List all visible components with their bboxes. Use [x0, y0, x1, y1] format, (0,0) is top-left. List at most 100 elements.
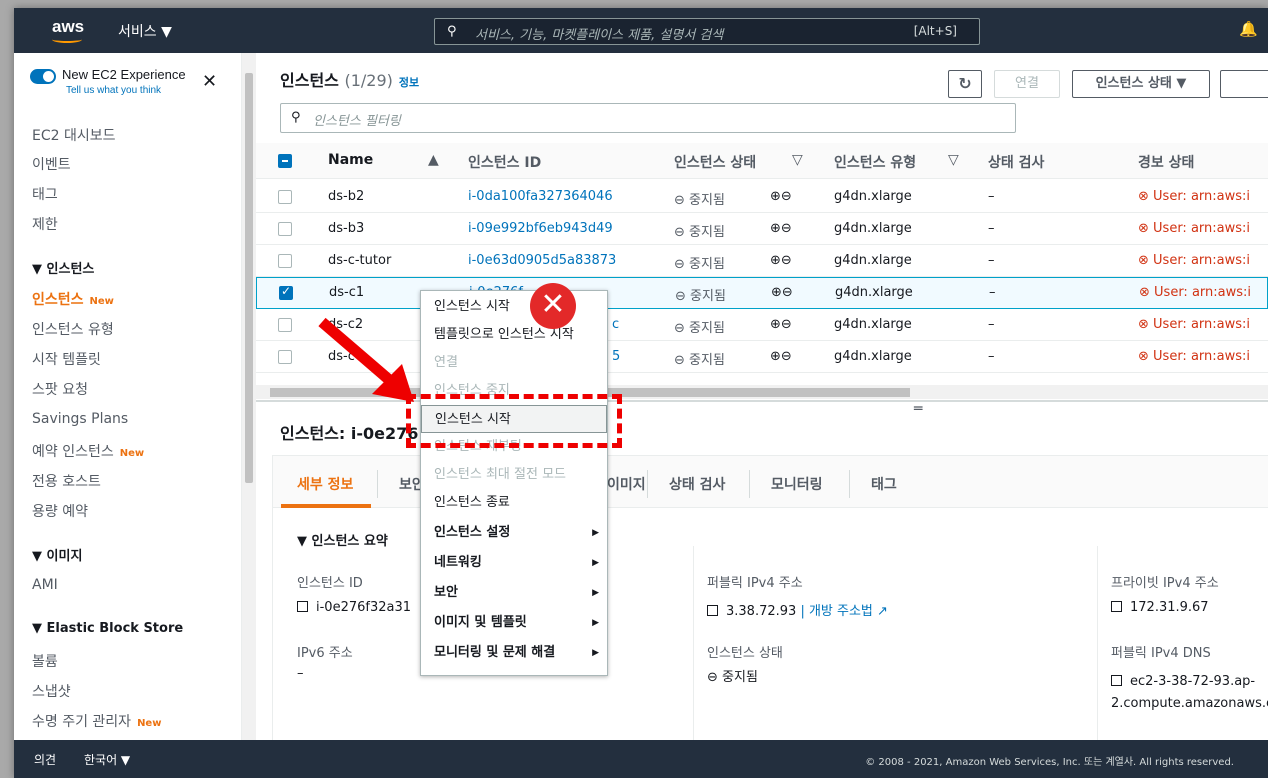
select-all-checkbox[interactable] [278, 154, 292, 168]
cell-alarm[interactable]: ⊗ User: arn:aws:i [1139, 285, 1251, 300]
sidebar-item-tags[interactable]: 태그 [32, 184, 58, 204]
table-row[interactable]: ds-c-tutor i-0e63d0905d5a83873 ⊖ 중지됨 ⊕⊖ … [256, 245, 1268, 277]
global-search-input[interactable]: ⚲ 서비스, 기능, 마켓플레이스 제품, 설명서 검색 [Alt+S] [434, 18, 980, 45]
sidebar-item-snapshots[interactable]: 스냅샷 [32, 681, 71, 701]
open-address-link[interactable]: | 개방 주소법 [800, 604, 872, 619]
tab-image[interactable]: 이미지 [607, 474, 646, 494]
cell-instance-id[interactable]: i-0da100fa327364046 [468, 189, 613, 204]
tab-tags[interactable]: 태그 [871, 474, 897, 494]
cell-instance-id[interactable]: c [612, 317, 619, 332]
col-alarm-status[interactable]: 경보 상태 [1138, 152, 1194, 172]
sort-asc-icon[interactable]: ▲ [428, 152, 439, 168]
menu-item-hibernate-instance[interactable]: 인스턴스 최대 절전 모드 [421, 461, 607, 489]
zoom-icons[interactable]: ⊕⊖ [770, 221, 792, 236]
col-instance-id[interactable]: 인스턴스 ID [468, 152, 541, 172]
sidebar-item-instance-types[interactable]: 인스턴스 유형 [32, 319, 114, 339]
sidebar-item-savings-plans[interactable]: Savings Plans [32, 411, 128, 427]
menu-item-monitoring-troubleshoot[interactable]: 모니터링 및 문제 해결 ▶ [421, 639, 607, 667]
cell-alarm[interactable]: ⊗ User: arn:aws:i [1138, 189, 1250, 204]
row-checkbox[interactable] [278, 254, 292, 268]
sidebar-item-events[interactable]: 이벤트 [32, 154, 71, 174]
zoom-icons[interactable]: ⊕⊖ [770, 317, 792, 332]
col-name[interactable]: Name [328, 152, 373, 168]
copy-icon[interactable] [1111, 601, 1122, 612]
actions-button[interactable] [1220, 70, 1268, 98]
row-checkbox[interactable] [278, 222, 292, 236]
notification-bell-icon[interactable]: 🔔 [1239, 20, 1258, 38]
menu-item-connect[interactable]: 연결 [421, 349, 607, 377]
table-row[interactable]: ds-b2 i-0da100fa327364046 ⊖ 중지됨 ⊕⊖ g4dn.… [256, 181, 1268, 213]
info-link[interactable]: 정보 [399, 76, 419, 89]
menu-item-launch-from-template[interactable]: 템플릿으로 인스턴스 시작 [421, 321, 607, 349]
instance-filter-input[interactable]: ⚲ 인스턴스 필터링 [280, 103, 1016, 133]
instance-summary-header[interactable]: ▼ 인스턴스 요약 [297, 530, 388, 549]
zoom-icons[interactable]: ⊕⊖ [770, 349, 792, 364]
refresh-button[interactable]: ↻ [948, 70, 982, 98]
cell-instance-id[interactable]: i-0e63d0905d5a83873 [468, 253, 616, 268]
external-link-icon[interactable]: ↗ [877, 604, 888, 619]
feedback-button[interactable]: 의견 [34, 751, 56, 768]
aws-logo[interactable]: aws [52, 17, 84, 43]
cell-alarm[interactable]: ⊗ User: arn:aws:i [1138, 253, 1250, 268]
close-icon[interactable]: ✕ [202, 71, 217, 92]
row-checkbox[interactable] [278, 190, 292, 204]
tab-monitoring[interactable]: 모니터링 [771, 474, 823, 494]
table-row-selected[interactable]: ds-c1 i-0e276f... ⊖ 중지됨 ⊕⊖ g4dn.xlarge –… [256, 277, 1268, 309]
sidebar-section-images[interactable]: ▼ 이미지 [32, 545, 82, 564]
resize-grip-icon[interactable]: ═ [914, 401, 922, 417]
cell-alarm[interactable]: ⊗ User: arn:aws:i [1138, 221, 1250, 236]
sidebar-item-spot-requests[interactable]: 스팟 요청 [32, 379, 88, 399]
cell-instance-id[interactable]: i-09e992bf6eb943d49 [468, 221, 613, 236]
sidebar-item-ami[interactable]: AMI [32, 577, 58, 593]
language-selector[interactable]: 한국어 ▼ [84, 751, 130, 768]
sidebar-scrollbar[interactable] [242, 53, 256, 740]
sidebar-item-launch-templates[interactable]: 시작 템플릿 [32, 349, 101, 369]
zoom-icons[interactable]: ⊕⊖ [771, 285, 793, 300]
copy-icon[interactable] [707, 605, 718, 616]
instance-id-value[interactable]: i-0e276f32a31 [297, 600, 411, 615]
sidebar-item-instances[interactable]: 인스턴스 New [32, 289, 114, 309]
copy-icon[interactable] [1111, 675, 1122, 686]
services-menu-button[interactable]: 서비스 ▼ [118, 21, 172, 41]
zoom-icons[interactable]: ⊕⊖ [770, 253, 792, 268]
menu-item-security[interactable]: 보안 ▶ [421, 579, 607, 607]
table-row[interactable]: ds-b3 i-09e992bf6eb943d49 ⊖ 중지됨 ⊕⊖ g4dn.… [256, 213, 1268, 245]
sidebar-scrollbar-thumb[interactable] [245, 73, 253, 483]
col-instance-state[interactable]: 인스턴스 상태 [674, 152, 756, 172]
sidebar-item-volumes[interactable]: 볼륨 [32, 651, 58, 671]
sidebar-section-instances[interactable]: ▼ 인스턴스 [32, 258, 94, 277]
sidebar-section-ebs[interactable]: ▼ Elastic Block Store [32, 621, 183, 636]
menu-item-start-instance[interactable]: 인스턴스 시작 [421, 293, 607, 321]
col-instance-type[interactable]: 인스턴스 유형 [834, 152, 916, 172]
zoom-icons[interactable]: ⊕⊖ [770, 189, 792, 204]
menu-item-instance-settings[interactable]: 인스턴스 설정 ▶ [421, 519, 607, 547]
sort-icon[interactable]: ▽ [792, 152, 803, 168]
row-checkbox[interactable] [279, 284, 293, 300]
sidebar-item-dedicated-hosts[interactable]: 전용 호스트 [32, 471, 101, 491]
sidebar-item-reserved-instances[interactable]: 예약 인스턴스 New [32, 441, 144, 461]
row-checkbox[interactable] [278, 350, 292, 364]
feedback-link[interactable]: Tell us what you think [66, 85, 161, 96]
menu-item-networking[interactable]: 네트워킹 ▶ [421, 549, 607, 577]
instance-state-button[interactable]: 인스턴스 상태 ▼ [1072, 70, 1210, 98]
col-status-check[interactable]: 상태 검사 [988, 152, 1044, 172]
sort-icon[interactable]: ▽ [948, 152, 959, 168]
sidebar-item-capacity-reservations[interactable]: 용량 예약 [32, 501, 88, 521]
tab-details[interactable]: 세부 정보 [297, 474, 353, 494]
sidebar-item-lifecycle-manager[interactable]: 수명 주기 관리자 New [32, 711, 161, 731]
cell-alarm[interactable]: ⊗ User: arn:aws:i [1138, 317, 1250, 332]
menu-item-terminate-instance[interactable]: 인스턴스 종료 [421, 489, 607, 517]
copy-icon[interactable] [297, 601, 308, 612]
connect-button[interactable]: 연결 [994, 70, 1060, 98]
sidebar-item-dashboard[interactable]: EC2 대시보드 [32, 125, 116, 145]
sidebar-item-limits[interactable]: 제한 [32, 214, 58, 234]
tab-status-checks[interactable]: 상태 검사 [669, 474, 725, 494]
public-ipv4-value[interactable]: 3.38.72.93 | 개방 주소법 ↗ [707, 600, 888, 619]
row-checkbox[interactable] [278, 318, 292, 332]
cell-instance-id[interactable]: 5 [612, 349, 620, 364]
cell-alarm[interactable]: ⊗ User: arn:aws:i [1138, 349, 1250, 364]
toggle-switch[interactable] [30, 69, 56, 84]
public-dns-value[interactable]: ec2-3-38-72-93.ap- [1111, 674, 1255, 689]
menu-item-image-templates[interactable]: 이미지 및 템플릿 ▶ [421, 609, 607, 637]
private-ipv4-value[interactable]: 172.31.9.67 [1111, 600, 1209, 615]
